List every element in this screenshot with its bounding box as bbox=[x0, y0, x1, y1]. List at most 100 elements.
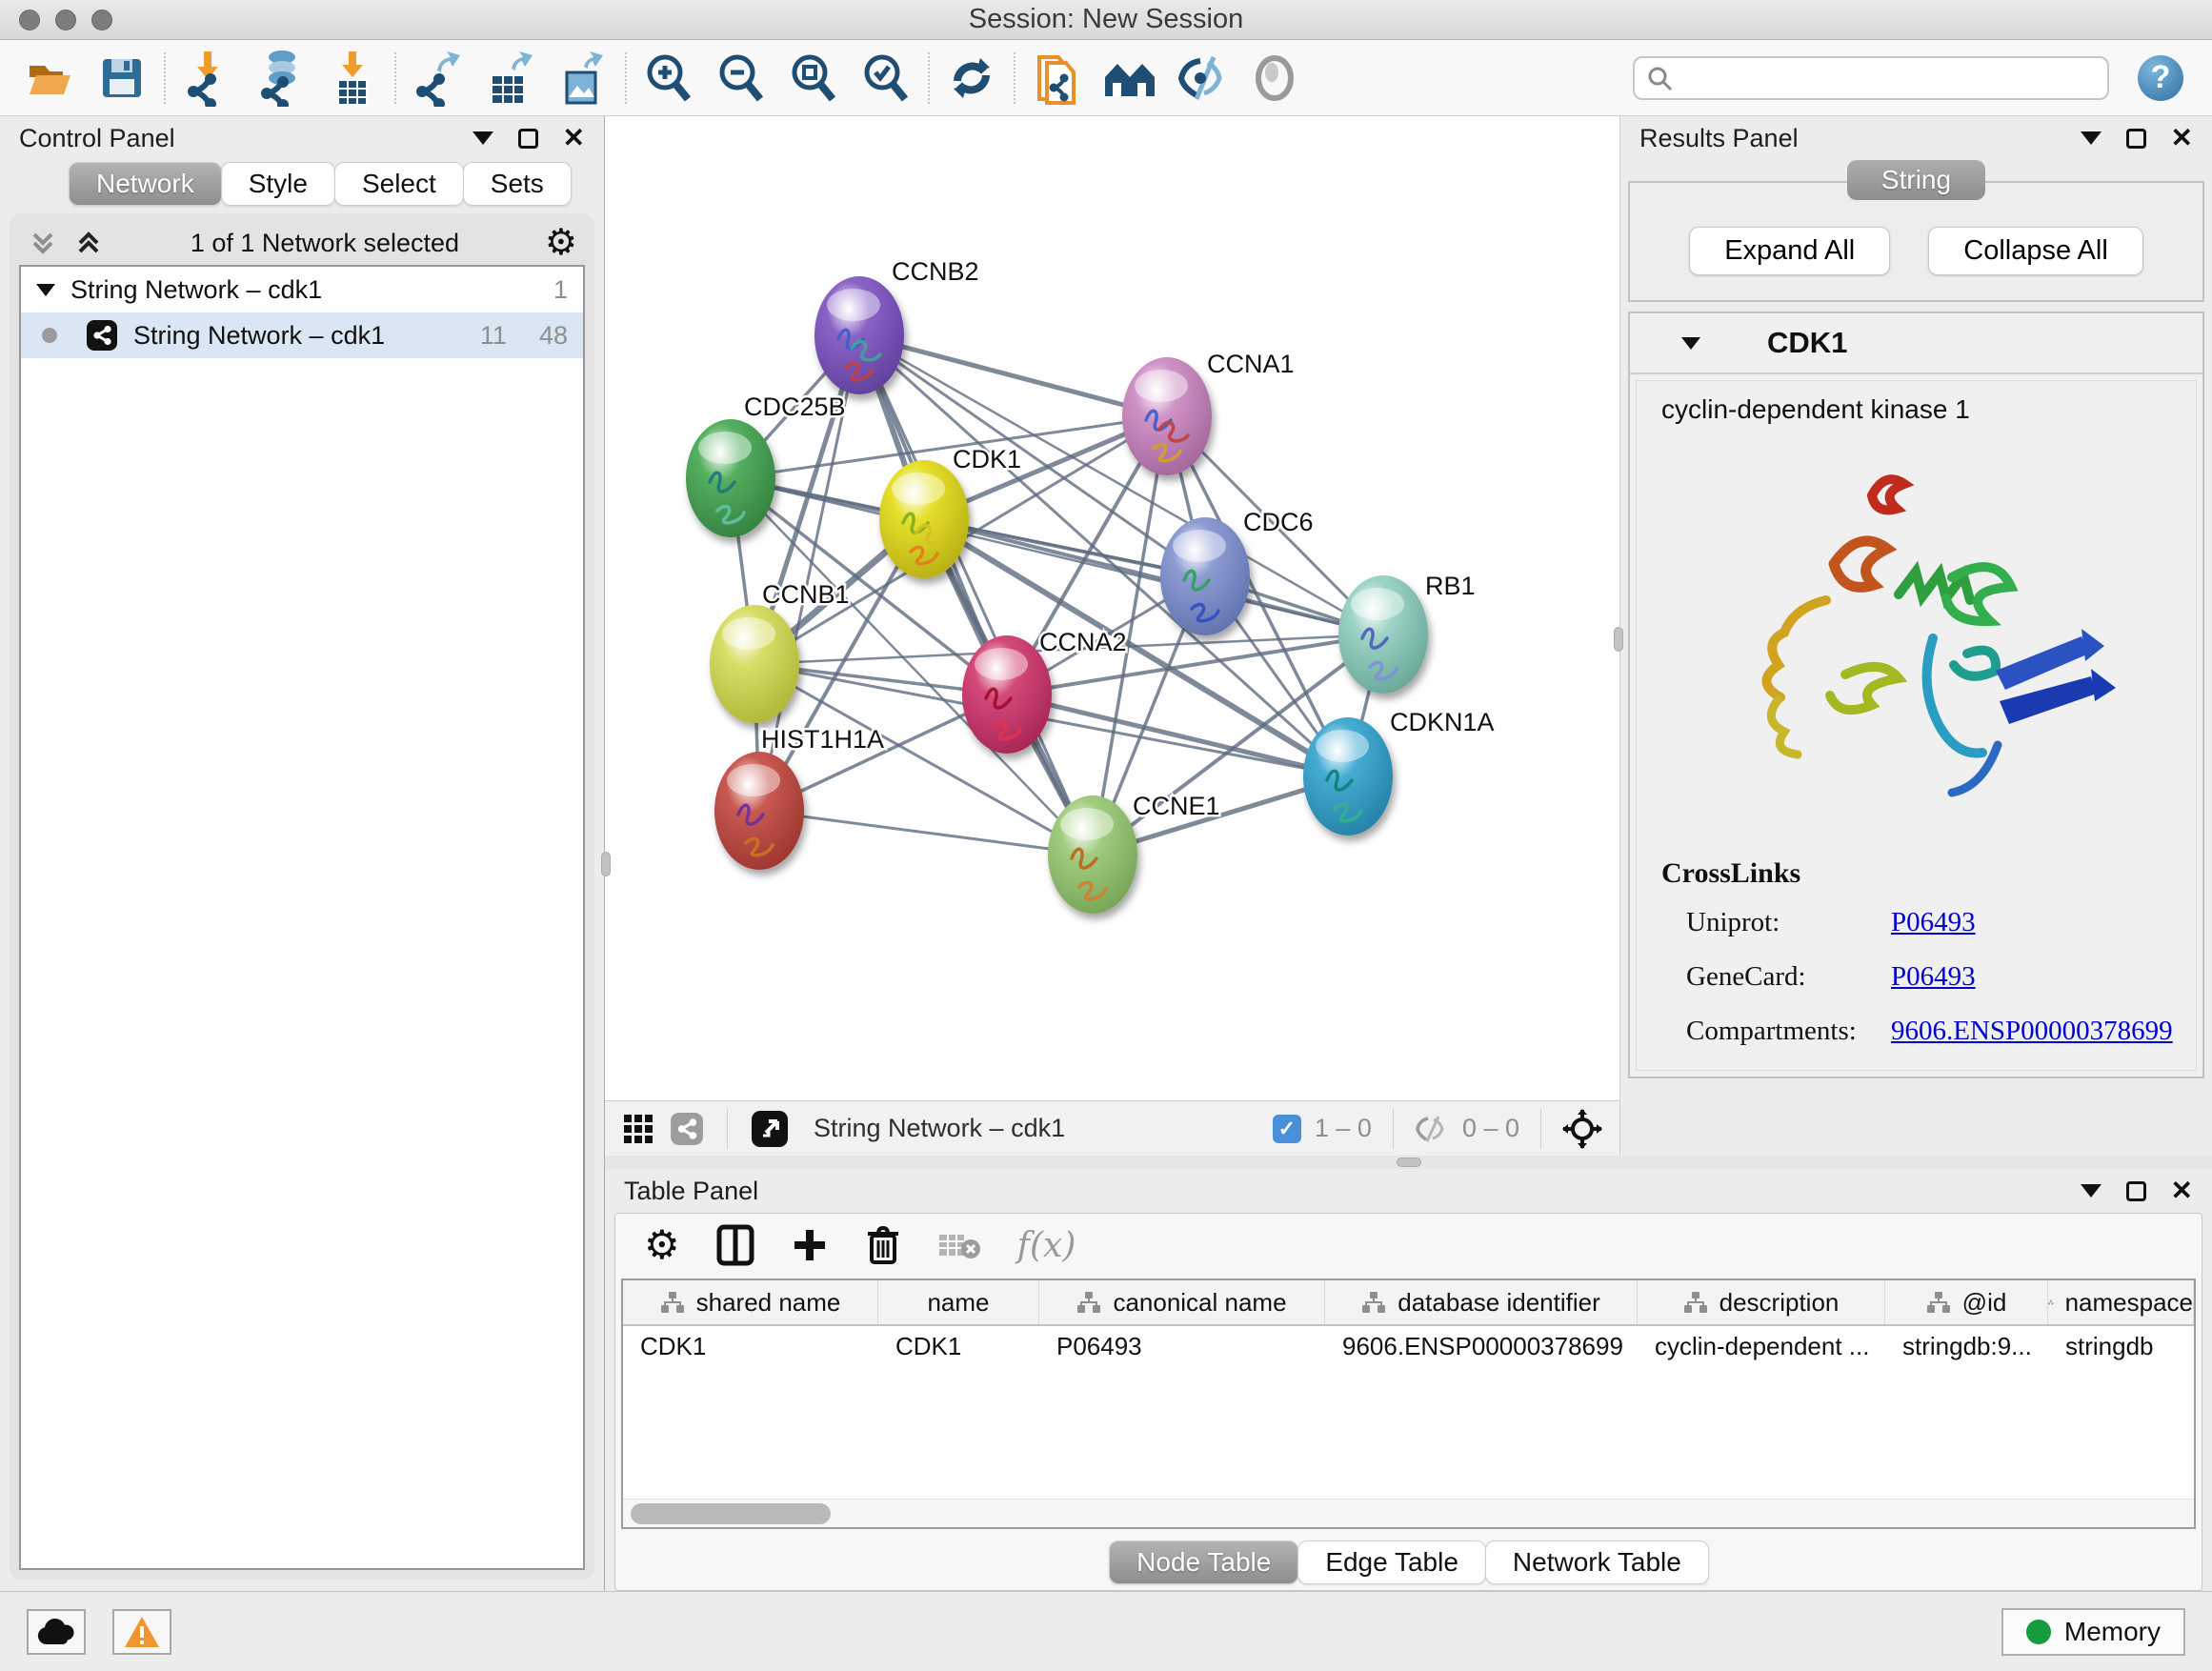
panel-menu-icon[interactable] bbox=[473, 131, 493, 145]
table-cell[interactable]: CDK1 bbox=[623, 1326, 878, 1366]
first-neighbors-button[interactable] bbox=[1101, 50, 1158, 107]
float-panel-icon[interactable] bbox=[2126, 129, 2146, 149]
table-cell[interactable]: stringdb bbox=[2048, 1326, 2194, 1366]
network-node-CCNA1[interactable] bbox=[1122, 357, 1212, 475]
horizontal-scrollbar[interactable] bbox=[623, 1499, 2194, 1527]
network-node-CCNE1[interactable] bbox=[1048, 795, 1137, 914]
table-cell[interactable]: stringdb:9... bbox=[1885, 1326, 2048, 1366]
function-builder-button[interactable]: f(x) bbox=[1017, 1226, 1076, 1265]
horizontal-splitter[interactable] bbox=[605, 1156, 2212, 1169]
memory-button[interactable]: Memory bbox=[2001, 1608, 2185, 1656]
eye-button[interactable] bbox=[1246, 50, 1303, 107]
network-node-CDC6[interactable] bbox=[1160, 517, 1250, 635]
collapse-all-button[interactable]: Collapse All bbox=[1928, 227, 2143, 275]
network-from-selection-button[interactable] bbox=[1029, 50, 1086, 107]
column-header-shared-name[interactable]: shared name bbox=[623, 1280, 878, 1324]
network-node-CCNB2[interactable] bbox=[814, 276, 904, 394]
show-columns-button[interactable] bbox=[716, 1224, 754, 1266]
show-hide-selection-button[interactable] bbox=[1174, 50, 1231, 107]
refresh-view-button[interactable] bbox=[943, 50, 1000, 107]
import-network-file-button[interactable] bbox=[179, 50, 236, 107]
network-node-CDK1[interactable] bbox=[879, 460, 969, 578]
expand-all-button[interactable]: Expand All bbox=[1689, 227, 1890, 275]
left-splitter-handle[interactable] bbox=[601, 852, 611, 876]
import-table-file-button[interactable] bbox=[324, 50, 381, 107]
add-column-button[interactable] bbox=[791, 1226, 829, 1264]
hidden-eye-icon[interactable] bbox=[1415, 1115, 1449, 1143]
tab-style[interactable]: Style bbox=[221, 162, 335, 206]
tab-network[interactable]: Network bbox=[69, 162, 222, 206]
close-window-button[interactable] bbox=[19, 10, 40, 30]
tab-sets[interactable]: Sets bbox=[463, 162, 572, 206]
panel-menu-icon[interactable] bbox=[2081, 1184, 2101, 1198]
network-node-CDKN1A[interactable] bbox=[1303, 717, 1393, 836]
delete-column-button[interactable] bbox=[865, 1224, 901, 1266]
network-node-HIST1H1A[interactable] bbox=[714, 752, 804, 870]
close-panel-icon[interactable]: ✕ bbox=[563, 125, 585, 151]
zoom-fit-button[interactable] bbox=[785, 50, 842, 107]
open-session-button[interactable] bbox=[21, 50, 78, 107]
warning-status-button[interactable] bbox=[112, 1609, 171, 1655]
close-panel-icon[interactable]: ✕ bbox=[2171, 125, 2193, 151]
network-collection-row[interactable]: String Network – cdk1 1 bbox=[21, 267, 583, 312]
splitter-handle[interactable] bbox=[1397, 1158, 1421, 1167]
tab-select[interactable]: Select bbox=[334, 162, 464, 206]
export-image-button[interactable] bbox=[554, 50, 612, 107]
collapse-all-icon[interactable] bbox=[27, 227, 59, 259]
table-cell[interactable]: cyclin-dependent ... bbox=[1638, 1326, 1885, 1366]
export-table-button[interactable] bbox=[482, 50, 539, 107]
column-header-canonical-name[interactable]: canonical name bbox=[1039, 1280, 1325, 1324]
crosslink-link[interactable]: 9606.ENSP00000378699 bbox=[1891, 1016, 2173, 1047]
zoom-in-button[interactable] bbox=[640, 50, 697, 107]
column-header-description[interactable]: description bbox=[1638, 1280, 1885, 1324]
delete-table-button[interactable] bbox=[937, 1229, 981, 1261]
close-panel-icon[interactable]: ✕ bbox=[2171, 1178, 2193, 1204]
network-edge-HIST1H1A-CCNE1[interactable] bbox=[759, 811, 1093, 855]
selected-checkbox[interactable]: ✓ bbox=[1273, 1115, 1301, 1143]
crosslink-link[interactable]: P06493 bbox=[1891, 961, 2173, 993]
search-box[interactable] bbox=[1633, 56, 2109, 100]
section-collapse-icon[interactable] bbox=[1681, 337, 1700, 350]
network-row[interactable]: String Network – cdk1 11 48 bbox=[21, 312, 583, 358]
network-canvas[interactable]: CCNB2CCNA1CDC25BCDK1CDC6RB1CCNB1CCNA2CDK… bbox=[605, 116, 1619, 1100]
network-node-RB1[interactable] bbox=[1338, 575, 1428, 694]
column-header-database-identifier[interactable]: database identifier bbox=[1325, 1280, 1638, 1324]
network-edge-CDK1-RB1[interactable] bbox=[924, 519, 1383, 634]
birdseye-navigator-icon[interactable] bbox=[1562, 1109, 1602, 1149]
save-session-button[interactable] bbox=[93, 50, 151, 107]
cdk1-section-header[interactable]: CDK1 bbox=[1630, 313, 2202, 374]
float-panel-icon[interactable] bbox=[518, 129, 538, 149]
float-panel-icon[interactable] bbox=[2126, 1181, 2146, 1201]
panel-menu-icon[interactable] bbox=[2081, 131, 2101, 145]
right-splitter-handle[interactable] bbox=[1614, 627, 1623, 652]
table-cell[interactable]: P06493 bbox=[1039, 1326, 1325, 1366]
cloud-status-button[interactable] bbox=[27, 1609, 86, 1655]
grid-mode-icon[interactable] bbox=[622, 1113, 654, 1145]
zoom-selected-button[interactable] bbox=[857, 50, 915, 107]
string-results-tab[interactable]: String bbox=[1847, 160, 1985, 200]
detach-view-icon[interactable] bbox=[751, 1110, 789, 1148]
network-view-share-icon[interactable] bbox=[670, 1112, 704, 1146]
network-node-CCNA2[interactable] bbox=[962, 635, 1052, 754]
import-network-database-button[interactable] bbox=[251, 50, 309, 107]
network-edge-CCNB2-CCNE1[interactable] bbox=[859, 335, 1093, 855]
help-button[interactable]: ? bbox=[2138, 55, 2183, 101]
table-cell[interactable]: CDK1 bbox=[878, 1326, 1039, 1366]
table-options-gear-icon[interactable]: ⚙ bbox=[644, 1225, 680, 1265]
column-header-namespace[interactable]: namespace bbox=[2048, 1280, 2194, 1324]
table-cell[interactable]: 9606.ENSP00000378699 bbox=[1325, 1326, 1638, 1366]
network-edge-CCNA1-CDC25B[interactable] bbox=[731, 416, 1167, 478]
zoom-out-button[interactable] bbox=[713, 50, 770, 107]
network-node-CDC25B[interactable] bbox=[686, 419, 775, 537]
minimize-window-button[interactable] bbox=[55, 10, 76, 30]
tree-expand-icon[interactable] bbox=[36, 284, 55, 296]
tab-node-table[interactable]: Node Table bbox=[1109, 1540, 1298, 1584]
export-network-button[interactable] bbox=[410, 50, 467, 107]
crosslink-link[interactable]: P06493 bbox=[1891, 907, 2173, 938]
column-header-name[interactable]: name bbox=[878, 1280, 1039, 1324]
crosslink-link[interactable]: 9606.ENSP00000378699 bbox=[1891, 1070, 2173, 1071]
network-node-CCNB1[interactable] bbox=[710, 605, 799, 723]
table-row[interactable]: CDK1CDK1P064939606.ENSP00000378699cyclin… bbox=[623, 1326, 2194, 1366]
column-header-id[interactable]: @id bbox=[1885, 1280, 2048, 1324]
maximize-window-button[interactable] bbox=[91, 10, 112, 30]
